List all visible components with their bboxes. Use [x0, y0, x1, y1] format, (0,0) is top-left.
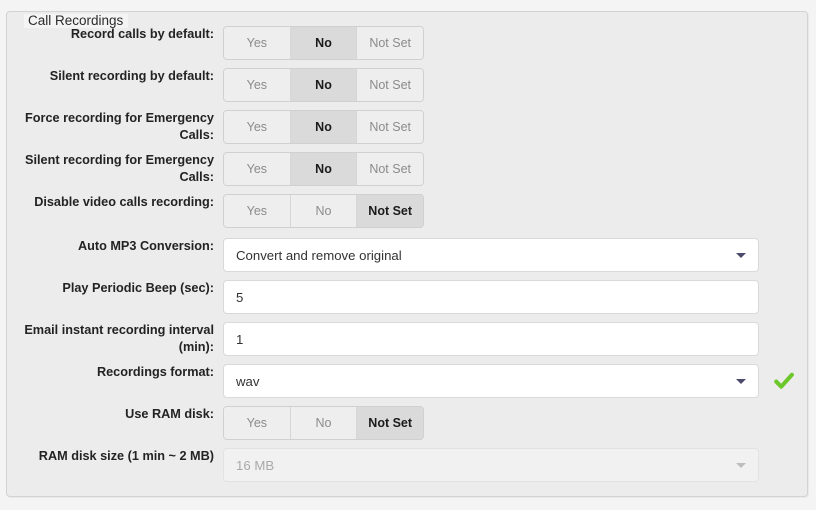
segment-yes[interactable]: Yes [224, 111, 291, 143]
segment-no[interactable]: No [290, 407, 358, 439]
segment-not-set[interactable]: Not Set [357, 69, 423, 101]
row-silent-recording-by-default: Silent recording by default: Yes No Not … [7, 68, 809, 102]
tristate-force-recording-emergency-calls[interactable]: Yes No Not Set [223, 110, 424, 144]
check-icon [773, 370, 795, 392]
label-silent-recording-emergency-calls: Silent recording for Emergency Calls: [25, 153, 214, 184]
control-silent-recording-by-default: Yes No Not Set [223, 68, 809, 102]
select-value-recordings-format: wav [236, 373, 260, 389]
label-force-recording-emergency-calls: Force recording for Emergency Calls: [25, 111, 214, 142]
tristate-silent-recording-emergency-calls[interactable]: Yes No Not Set [223, 152, 424, 186]
chevron-down-icon [736, 379, 746, 384]
label-record-calls-by-default: Record calls by default: [70, 27, 214, 41]
label-use-ram-disk: Use RAM disk: [125, 407, 214, 421]
row-ram-disk-size: RAM disk size (1 min ~ 2 MB) 16 MB [7, 448, 809, 482]
select-recordings-format[interactable]: wav [223, 364, 759, 398]
label-recordings-format: Recordings format: [96, 365, 214, 379]
label-silent-recording-by-default: Silent recording by default: [49, 69, 214, 83]
call-recordings-panel: Call Recordings Record calls by default:… [6, 11, 808, 497]
segment-yes[interactable]: Yes [224, 27, 291, 59]
segment-no[interactable]: No [290, 27, 358, 59]
label-auto-mp3-conversion: Auto MP3 Conversion: [77, 239, 214, 253]
control-auto-mp3-conversion: Convert and remove original [223, 238, 809, 272]
row-auto-mp3-conversion: Auto MP3 Conversion: Convert and remove … [7, 238, 809, 272]
control-ram-disk-size: 16 MB [223, 448, 809, 482]
label-play-periodic-beep: Play Periodic Beep (sec): [62, 281, 214, 295]
segment-no[interactable]: No [290, 195, 358, 227]
tristate-disable-video-calls-recording[interactable]: Yes No Not Set [223, 194, 424, 228]
row-play-periodic-beep: Play Periodic Beep (sec): 5 [7, 280, 809, 314]
label-ram-disk-size: RAM disk size (1 min ~ 2 MB) [38, 449, 214, 463]
segment-not-set[interactable]: Not Set [357, 111, 423, 143]
tristate-use-ram-disk[interactable]: Yes No Not Set [223, 406, 424, 440]
tristate-silent-recording-by-default[interactable]: Yes No Not Set [223, 68, 424, 102]
row-disable-video-calls-recording: Disable video calls recording: Yes No No… [7, 194, 809, 228]
segment-yes[interactable]: Yes [224, 153, 291, 185]
select-auto-mp3-conversion[interactable]: Convert and remove original [223, 238, 759, 272]
row-use-ram-disk: Use RAM disk: Yes No Not Set [7, 406, 809, 440]
row-record-calls-by-default: Record calls by default: Yes No Not Set [7, 26, 809, 60]
row-force-recording-emergency-calls: Force recording for Emergency Calls: Yes… [7, 110, 809, 144]
segment-no[interactable]: No [290, 153, 358, 185]
row-email-instant-recording-interval: Email instant recording interval (min): … [7, 322, 809, 356]
control-recordings-format: wav [223, 364, 809, 398]
control-force-recording-emergency-calls: Yes No Not Set [223, 110, 809, 144]
segment-not-set[interactable]: Not Set [357, 195, 423, 227]
segment-no[interactable]: No [290, 69, 358, 101]
select-ram-disk-size: 16 MB [223, 448, 759, 482]
segment-yes[interactable]: Yes [224, 195, 291, 227]
settings-form: Record calls by default: Yes No Not Set … [7, 26, 809, 490]
segment-not-set[interactable]: Not Set [357, 27, 423, 59]
tristate-record-calls-by-default[interactable]: Yes No Not Set [223, 26, 424, 60]
control-record-calls-by-default: Yes No Not Set [223, 26, 809, 60]
control-silent-recording-emergency-calls: Yes No Not Set [223, 152, 809, 186]
segment-yes[interactable]: Yes [224, 407, 291, 439]
segment-no[interactable]: No [290, 111, 358, 143]
chevron-down-icon [736, 253, 746, 258]
segment-yes[interactable]: Yes [224, 69, 291, 101]
control-disable-video-calls-recording: Yes No Not Set [223, 194, 809, 228]
control-email-instant-recording-interval: 1 [223, 322, 809, 356]
input-email-instant-recording-interval[interactable]: 1 [223, 322, 759, 356]
segment-not-set[interactable]: Not Set [357, 407, 423, 439]
label-email-instant-recording-interval: Email instant recording interval (min): [24, 323, 214, 354]
input-value-play-periodic-beep: 5 [236, 289, 244, 305]
select-value-auto-mp3-conversion: Convert and remove original [236, 247, 402, 263]
select-value-ram-disk-size: 16 MB [236, 457, 275, 473]
input-value-email-instant-recording-interval: 1 [236, 331, 244, 347]
settings-page: Call Recordings Record calls by default:… [0, 0, 816, 510]
label-disable-video-calls-recording: Disable video calls recording: [34, 195, 214, 209]
control-play-periodic-beep: 5 [223, 280, 809, 314]
control-use-ram-disk: Yes No Not Set [223, 406, 809, 440]
row-recordings-format: Recordings format: wav [7, 364, 809, 398]
chevron-down-icon [736, 463, 746, 468]
input-play-periodic-beep[interactable]: 5 [223, 280, 759, 314]
segment-not-set[interactable]: Not Set [357, 153, 423, 185]
row-silent-recording-emergency-calls: Silent recording for Emergency Calls: Ye… [7, 152, 809, 186]
